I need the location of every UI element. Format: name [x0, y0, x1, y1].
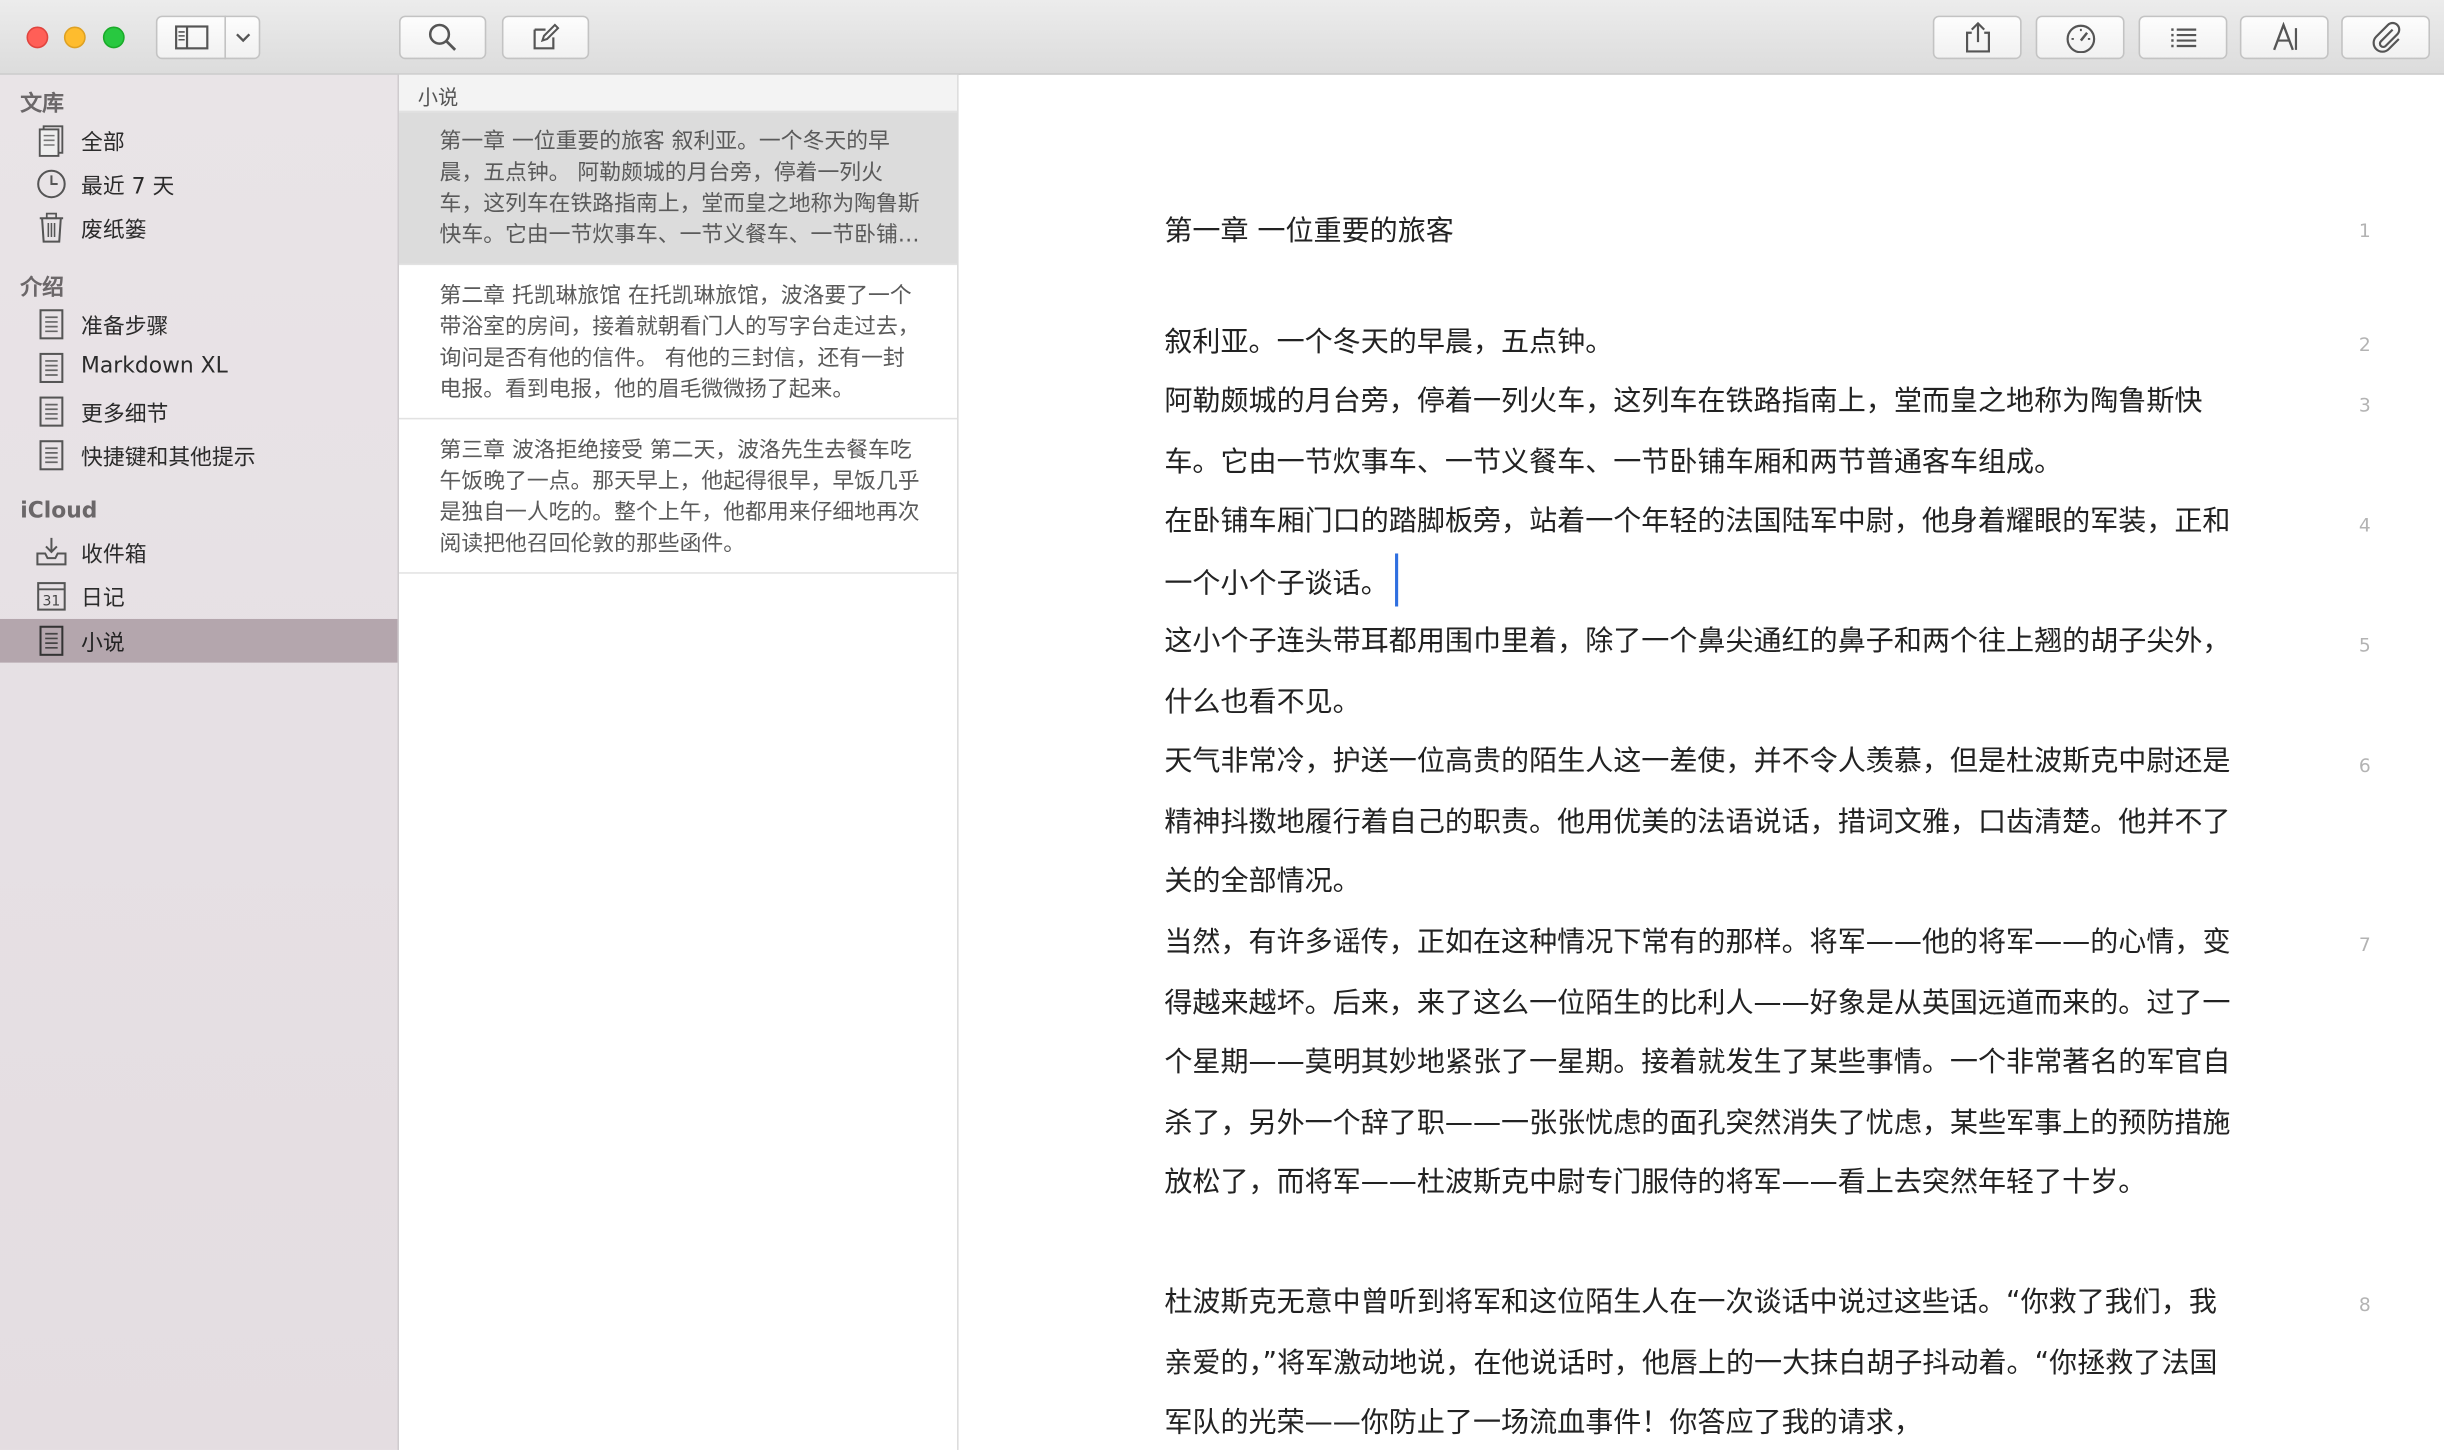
sidebar-item-novel[interactable]: 小说: [0, 618, 398, 663]
sidebar-item-all[interactable]: 全部: [0, 118, 397, 162]
list-icon: [2170, 28, 2196, 48]
editor-paragraph[interactable]: 叙利亚。一个冬天的早晨，五点钟。: [1164, 313, 2240, 373]
note-preview: 第二章 托凯琳旅馆 在托凯琳旅馆，波洛要了一个带浴室的房间，接着就朝看门人的写字…: [439, 283, 920, 403]
share-button[interactable]: [1932, 15, 2022, 60]
note-preview: 第一章 一位重要的旅客 叙利亚。一个冬天的早晨，五点钟。 阿勒颇城的月台旁，停着…: [439, 129, 920, 248]
sidebar-item-last-7-days[interactable]: 最近 7 天: [0, 162, 397, 206]
sidebar-section-header: 介绍: [20, 275, 64, 301]
calendar-icon: 31: [37, 582, 66, 611]
document-icon: [39, 352, 64, 383]
notes-stack-icon: [38, 125, 64, 157]
note-list-item[interactable]: 第二章 托凯琳旅馆 在托凯琳旅馆，波洛要了一个带浴室的房间，接着就朝看门人的写字…: [399, 267, 958, 420]
sidebar-item-label: 日记: [81, 586, 125, 612]
calendar-day-number: 31: [43, 594, 61, 610]
document-icon: [39, 309, 64, 340]
note-list-header: 小说: [399, 74, 958, 113]
compose-icon: [533, 23, 560, 50]
sidebar-item-inbox[interactable]: 收件箱: [0, 530, 397, 574]
new-note-button[interactable]: [501, 15, 590, 60]
editor-paragraph[interactable]: 在卧铺车厢门口的踏脚板旁，站着一个年轻的法国陆军中尉，他身着耀眼的军装，正和一个…: [1164, 505, 2230, 599]
sidebar-item-label: 全部: [81, 130, 125, 156]
editor-paragraph-with-caret[interactable]: 在卧铺车厢门口的踏脚板旁，站着一个年轻的法国陆军中尉，他身着耀眼的军装，正和一个…: [1164, 493, 2240, 615]
sidebar-item-setup[interactable]: 准备步骤: [0, 302, 397, 346]
outline-button[interactable]: [2138, 15, 2228, 60]
document-icon: [39, 396, 64, 427]
search-button[interactable]: [399, 15, 487, 60]
text-cursor: [1395, 552, 1399, 606]
sidebar-item-label: 小说: [81, 631, 125, 657]
editor-paragraph[interactable]: 天气非常冷，护送一位高贵的陌生人这一差使，并不令人羡慕，但是杜波斯克中尉还是精神…: [1164, 733, 2240, 913]
sidebar-section-header: iCloud: [20, 498, 98, 524]
editor-paragraph[interactable]: 阿勒颇城的月台旁，停着一列火车，这列车在铁路指南上，堂而皇之地称为陶鲁斯快车。它…: [1164, 373, 2240, 493]
toolbar: [0, 0, 2444, 75]
sidebar-item-journal[interactable]: 31 日记: [0, 574, 397, 618]
search-icon: [428, 23, 457, 51]
close-window-button[interactable]: [26, 26, 49, 49]
editor-paragraph[interactable]: 这小个子连头带耳都用围巾里着，除了一个鼻尖通红的鼻子和两个往上翘的胡子尖外，什么…: [1164, 613, 2240, 733]
sidebar-item-label: 更多细节: [81, 402, 169, 428]
sidebar-section-header: 文库: [20, 91, 64, 117]
editor-paragraph[interactable]: 杜波斯克无意中曾听到将军和这位陌生人在一次谈话中说过这些话。“你救了我们，我亲爱…: [1164, 1274, 2240, 1450]
zoom-window-button[interactable]: [102, 26, 125, 49]
text-format-icon: [2272, 21, 2297, 51]
format-button[interactable]: [2239, 15, 2329, 60]
note-preview: 第三章 波洛拒绝接受 第二天，波洛先生去餐车吃午饭晚了一点。那天早上，他起得很早…: [439, 438, 920, 557]
trash-icon: [39, 212, 64, 243]
paperclip-icon: [2371, 21, 2400, 53]
line-number: 8: [2358, 1294, 2371, 1316]
editor-paragraph[interactable]: 当然，有许多谣传，正如在这种情况下常有的那样。将军——他的将军——的心情，变得越…: [1164, 914, 2240, 1214]
sidebar-item-more-details[interactable]: 更多细节: [0, 390, 397, 434]
note-title[interactable]: 第一章 一位重要的旅客: [1164, 209, 1454, 250]
sidebar-item-trash[interactable]: 废纸篓: [0, 206, 397, 250]
line-number: 4: [2358, 514, 2371, 537]
line-number: 5: [2358, 634, 2371, 657]
sidebar: 文库 全部 最近 7 天 废纸篓 介绍 准备步骤 Markdown XL 更多细…: [0, 74, 400, 1450]
share-icon: [1965, 21, 1990, 53]
sidebar-item-label: 收件箱: [81, 542, 147, 568]
sidebar-item-label: 最近 7 天: [81, 174, 175, 200]
sidebar-toggle-button[interactable]: [155, 15, 227, 60]
sidebar-item-label: Markdown XL: [81, 353, 228, 379]
note-list: 小说 第一章 一位重要的旅客 叙利亚。一个冬天的早晨，五点钟。 阿勒颇城的月台旁…: [399, 74, 959, 1450]
attachment-button[interactable]: [2341, 15, 2431, 60]
sidebar-icon: [174, 25, 208, 50]
note-list-item[interactable]: 第一章 一位重要的旅客 叙利亚。一个冬天的早晨，五点钟。 阿勒颇城的月台旁，停着…: [399, 112, 958, 266]
sidebar-item-shortcuts[interactable]: 快捷键和其他提示: [0, 433, 397, 477]
note-list-title: 小说: [417, 87, 459, 111]
line-number: 1: [2358, 219, 2371, 242]
clock-icon: [37, 169, 66, 199]
sidebar-item-label: 废纸篓: [81, 218, 147, 244]
minimize-window-button[interactable]: [63, 26, 86, 49]
line-number: 7: [2358, 933, 2371, 956]
sidebar-item-markdown-xl[interactable]: Markdown XL: [0, 346, 397, 390]
app-window: 文库 全部 最近 7 天 废纸篓 介绍 准备步骤 Markdown XL 更多细…: [0, 0, 2444, 1450]
chevron-down-icon: [235, 33, 250, 43]
gauge-icon: [2065, 24, 2095, 54]
sidebar-item-label: 快捷键和其他提示: [81, 445, 256, 471]
document-icon: [39, 440, 64, 471]
note-list-item[interactable]: 第三章 波洛拒绝接受 第二天，波洛先生去餐车吃午饭晚了一点。那天早上，他起得很早…: [399, 421, 958, 574]
line-number: 3: [2358, 394, 2371, 417]
sidebar-item-label: 准备步骤: [81, 314, 169, 340]
statistics-button[interactable]: [2035, 15, 2125, 60]
inbox-icon: [36, 537, 67, 566]
editor[interactable]: 第一章 一位重要的旅客 1 叙利亚。一个冬天的早晨，五点钟。 2 阿勒颇城的月台…: [960, 74, 2444, 1450]
line-number: 2: [2358, 333, 2371, 356]
sidebar-menu-button[interactable]: [224, 15, 261, 60]
line-number: 6: [2358, 754, 2371, 777]
document-icon: [39, 625, 64, 656]
